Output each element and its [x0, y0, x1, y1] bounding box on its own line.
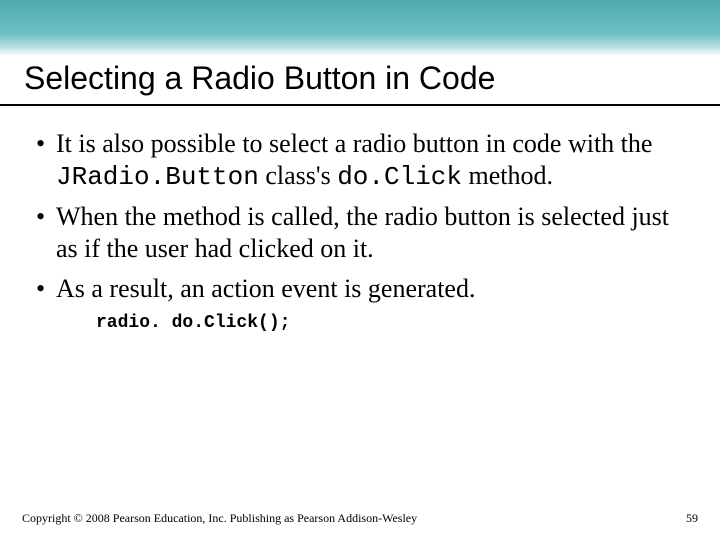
- bullet-dot-icon: •: [36, 128, 56, 160]
- bullet-1-code1: JRadio.Button: [56, 162, 259, 192]
- bullet-3: • As a result, an action event is genera…: [36, 273, 676, 305]
- bullet-3-text: As a result, an action event is generate…: [56, 273, 676, 305]
- footer-copyright: Copyright © 2008 Pearson Education, Inc.…: [22, 511, 417, 526]
- bullet-1-mid: class's: [259, 161, 337, 190]
- slide-title: Selecting a Radio Button in Code: [24, 60, 495, 97]
- bullet-2-text: When the method is called, the radio but…: [56, 201, 676, 264]
- footer-page-number: 59: [686, 511, 698, 526]
- bullet-dot-icon: •: [36, 273, 56, 305]
- header-band: [0, 0, 720, 56]
- bullet-1-text: It is also possible to select a radio bu…: [56, 128, 676, 193]
- bullet-1-pre: It is also possible to select a radio bu…: [56, 129, 652, 158]
- bullet-2: • When the method is called, the radio b…: [36, 201, 676, 264]
- bullet-dot-icon: •: [36, 201, 56, 233]
- code-example: radio. do.Click();: [96, 313, 676, 333]
- slide: Selecting a Radio Button in Code • It is…: [0, 0, 720, 540]
- bullet-1-code2: do.Click: [337, 162, 462, 192]
- bullet-1: • It is also possible to select a radio …: [36, 128, 676, 193]
- title-underline: [0, 104, 720, 106]
- slide-body: • It is also possible to select a radio …: [36, 128, 676, 333]
- bullet-1-post: method.: [462, 161, 553, 190]
